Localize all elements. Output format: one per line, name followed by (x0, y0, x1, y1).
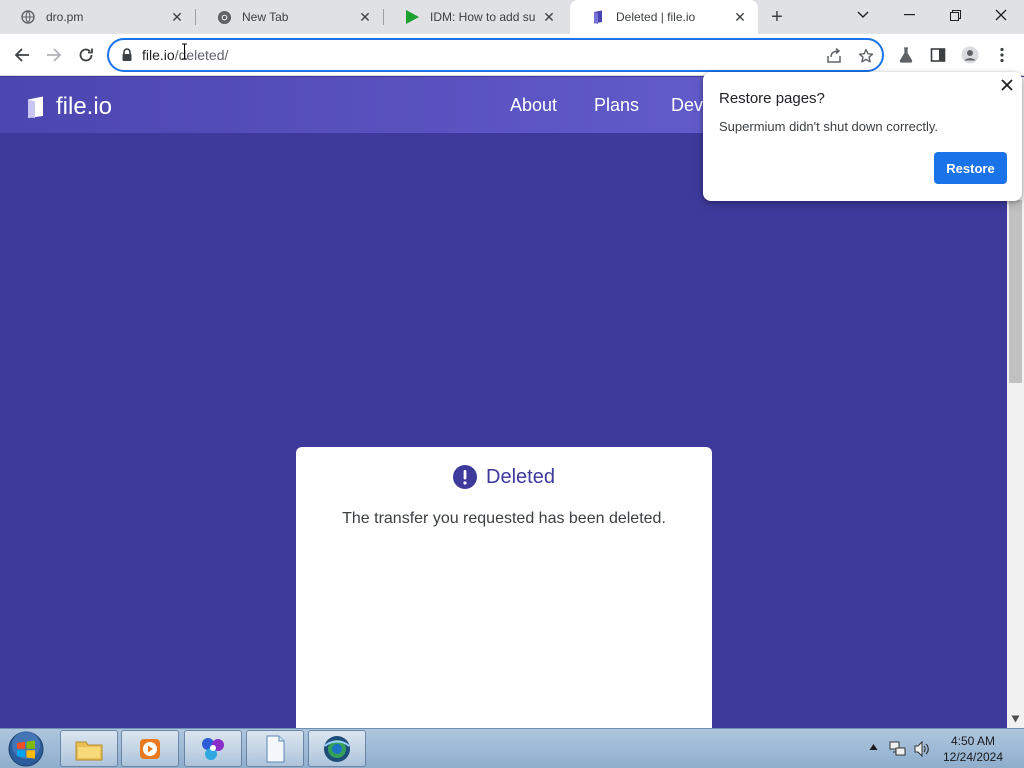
restore-window-button[interactable] (932, 0, 978, 30)
forward-button[interactable] (41, 42, 67, 68)
restore-pages-dialog: Restore pages? Supermium didn't shut dow… (703, 72, 1022, 201)
nav-about[interactable]: About (510, 95, 557, 116)
card-message: The transfer you requested has been dele… (342, 510, 666, 527)
windows-taskbar: 4:50 AM 12/24/2024 (0, 728, 1024, 768)
menu-kebab-icon[interactable] (989, 42, 1015, 68)
scroll-down-arrow-icon[interactable] (1011, 715, 1020, 723)
tab-dro-pm[interactable]: dro.pm ✕ (0, 0, 195, 34)
fileio-logo-icon (28, 96, 43, 118)
bookmark-star-icon[interactable] (856, 46, 876, 66)
tab-idm[interactable]: IDM: How to add supp ✕ (384, 0, 567, 34)
reload-button[interactable] (73, 42, 99, 68)
idm-play-icon (404, 9, 420, 25)
close-window-button[interactable] (978, 0, 1024, 30)
tab-title: IDM: How to add supp (430, 10, 535, 24)
dialog-title: Restore pages? (719, 90, 825, 107)
close-tab-icon[interactable]: ✕ (357, 9, 373, 25)
tab-new-tab[interactable]: New Tab ✕ (196, 0, 383, 34)
taskbar-clock[interactable]: 4:50 AM 12/24/2024 (938, 733, 1008, 765)
nav-developers[interactable]: Dev (671, 95, 703, 116)
tab-search-icon[interactable] (840, 0, 886, 30)
close-tab-icon[interactable]: ✕ (732, 9, 748, 25)
document-icon (266, 735, 285, 762)
card-title: Deleted (486, 465, 555, 488)
text-cursor-icon (182, 43, 187, 60)
url-host: file.io (142, 47, 175, 63)
folder-icon (75, 741, 103, 760)
tab-title: Deleted | file.io (616, 10, 696, 24)
close-icon[interactable] (1000, 78, 1014, 92)
site-logo[interactable]: file.io (24, 93, 112, 121)
tab-title: dro.pm (46, 10, 84, 24)
network-icon[interactable] (889, 740, 907, 758)
globe-icon (20, 9, 36, 25)
volume-icon[interactable] (913, 740, 931, 758)
taskbar-app-pinwheel[interactable] (184, 730, 242, 767)
lock-icon[interactable] (121, 48, 133, 62)
address-bar[interactable]: file.io/deleted/ (107, 38, 884, 72)
tray-expand-icon[interactable] (869, 743, 878, 751)
chrome-icon (216, 9, 232, 25)
restore-button[interactable]: Restore (934, 152, 1007, 184)
browser-toolbar: file.io/deleted/ (0, 34, 1024, 76)
start-orb-icon[interactable] (4, 730, 48, 768)
tab-strip: dro.pm ✕ New Tab ✕ IDM: How to add supp … (0, 0, 1024, 34)
scroll-thumb[interactable] (1009, 200, 1022, 383)
side-panel-icon[interactable] (925, 42, 951, 68)
taskbar-browser[interactable] (308, 730, 366, 767)
share-icon[interactable] (824, 46, 844, 66)
dialog-message: Supermium didn't shut down correctly. (719, 119, 939, 134)
clock-date: 12/24/2024 (942, 750, 1004, 764)
nav-plans[interactable]: Plans (594, 95, 639, 116)
taskbar-notepad[interactable] (246, 730, 304, 767)
taskbar-media-player[interactable] (121, 730, 179, 767)
deleted-card: Deleted The transfer you requested has b… (296, 447, 712, 728)
exclamation-circle-icon (453, 465, 478, 489)
close-tab-icon[interactable]: ✕ (169, 9, 185, 25)
browser-globe-icon (324, 735, 350, 762)
pinwheel-app-icon (202, 737, 224, 760)
minimize-button[interactable] (886, 0, 932, 30)
fileio-icon (590, 9, 606, 25)
tab-title: New Tab (242, 10, 289, 24)
close-tab-icon[interactable]: ✕ (541, 9, 557, 25)
extension-flask-icon[interactable] (893, 42, 919, 68)
logo-text: file.io (56, 93, 113, 120)
taskbar-explorer[interactable] (60, 730, 118, 767)
new-tab-button[interactable]: + (764, 5, 790, 29)
media-player-icon (140, 738, 160, 759)
tab-deleted-fileio[interactable]: Deleted | file.io ✕ (570, 0, 758, 34)
back-button[interactable] (9, 42, 35, 68)
profile-avatar-icon[interactable] (957, 42, 983, 68)
clock-time: 4:50 AM (950, 734, 996, 748)
card-heading: Deleted (296, 465, 712, 489)
